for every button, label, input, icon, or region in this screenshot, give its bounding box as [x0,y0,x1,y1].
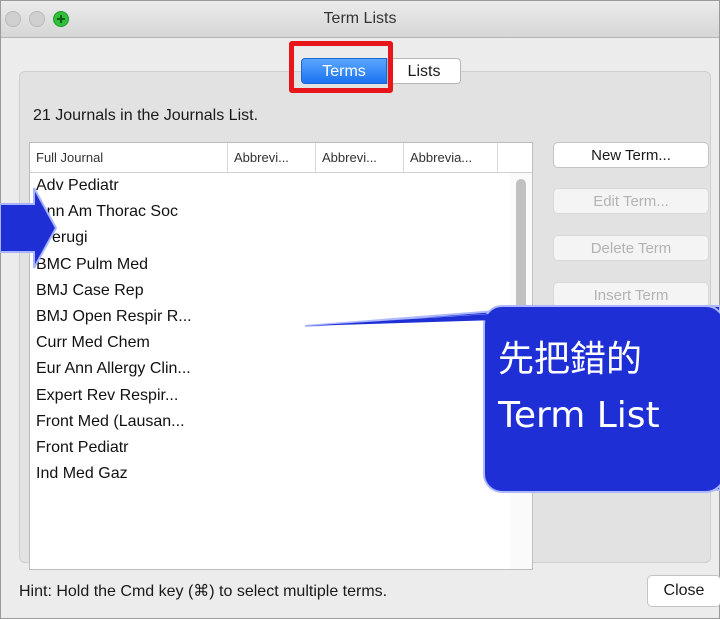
callout-bubble [304,305,720,493]
callout-line-2: Term List [498,395,660,436]
callout-text: 先把錯的 Term List [498,332,720,444]
callout-line-1: 先把錯的 [498,339,643,380]
